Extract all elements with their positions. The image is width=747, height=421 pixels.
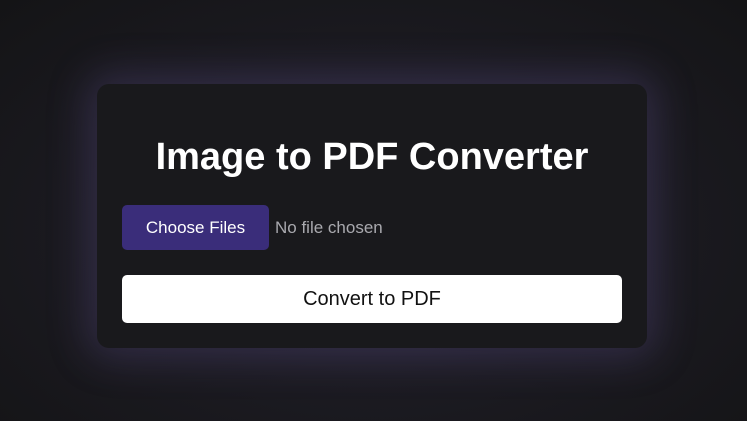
converter-card: Image to PDF Converter Choose Files No f… [97, 84, 647, 348]
convert-to-pdf-button[interactable]: Convert to PDF [122, 275, 622, 323]
page-title: Image to PDF Converter [155, 136, 589, 178]
file-status-text: No file chosen [275, 217, 383, 237]
file-input[interactable]: Choose Files No file chosen [122, 205, 383, 250]
choose-files-button[interactable]: Choose Files [122, 205, 269, 250]
